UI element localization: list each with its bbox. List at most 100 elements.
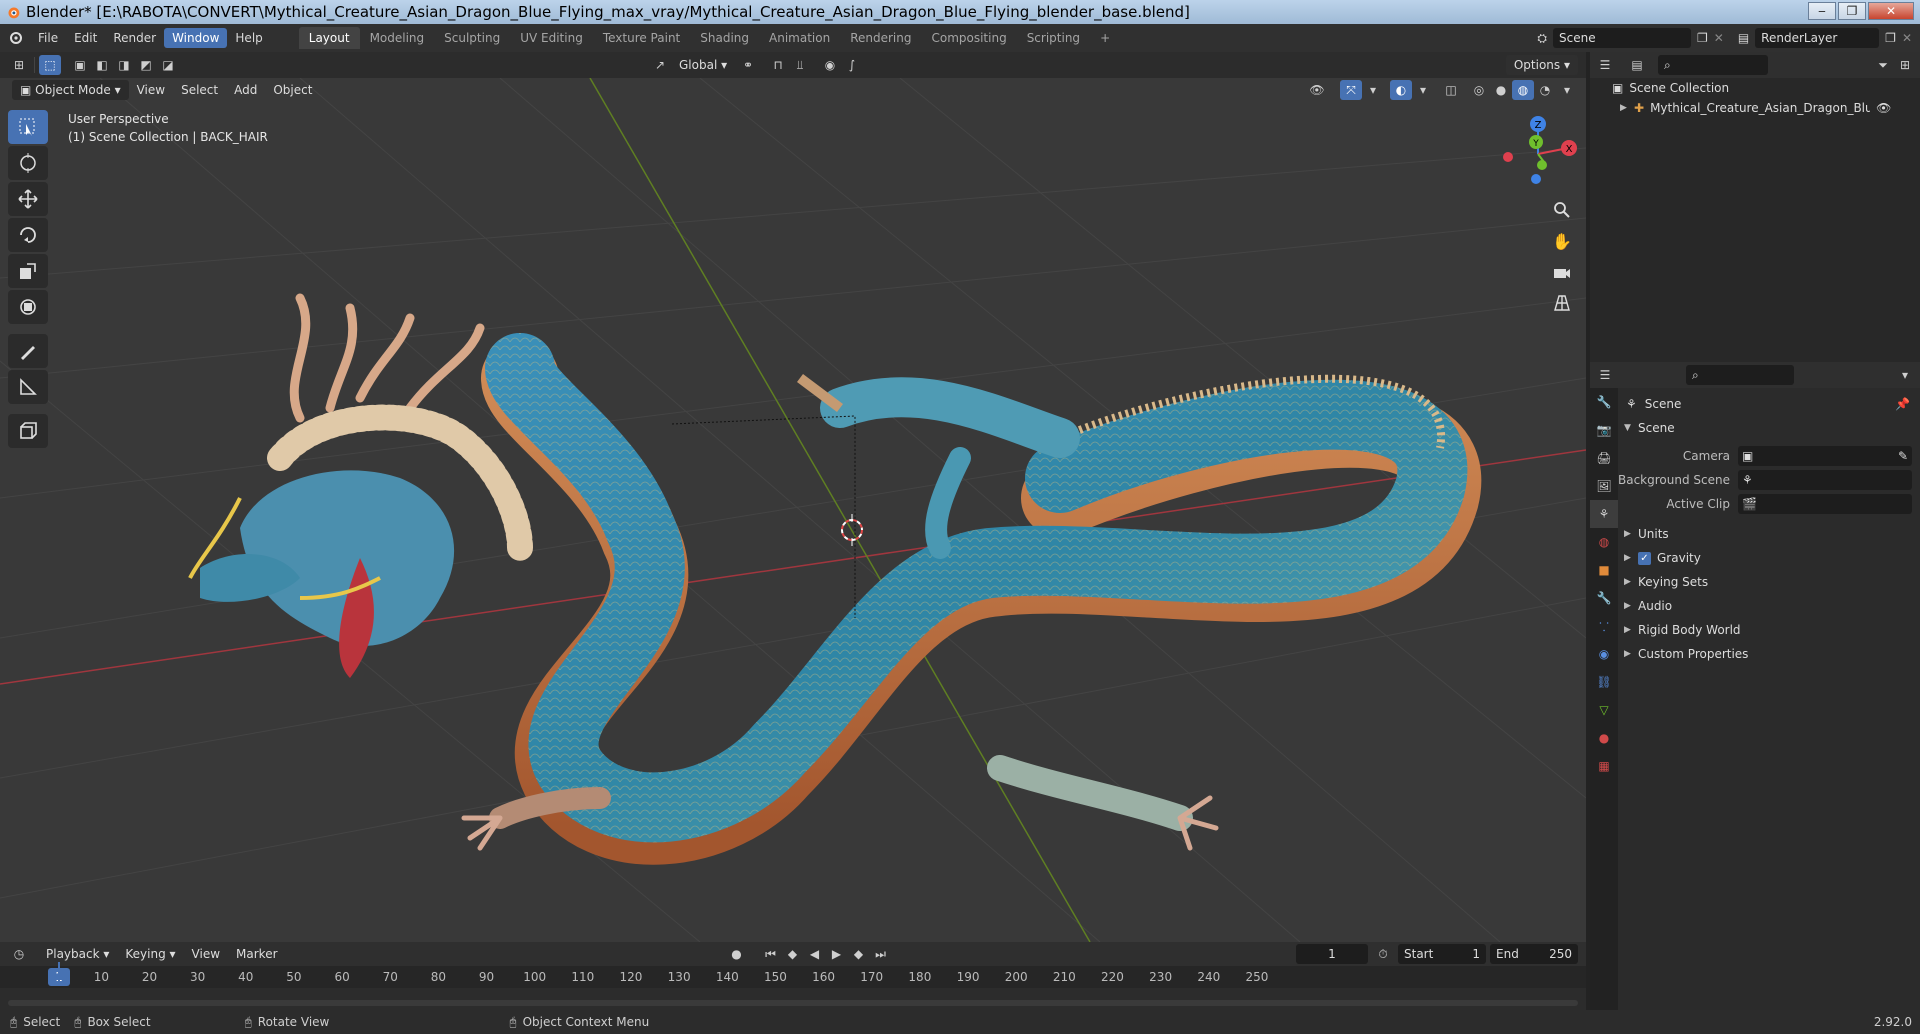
gizmo-dropdown-icon[interactable]: ▾ [1362, 80, 1384, 100]
scene-tab-icon[interactable]: ⚘ [1590, 500, 1618, 528]
shading-wireframe-icon[interactable]: ◎ [1468, 80, 1490, 100]
3d-viewport[interactable] [0, 78, 1586, 942]
custom-properties-panel[interactable]: ▶ Custom Properties [1618, 642, 1920, 666]
particles-tab-icon[interactable]: ⸪ [1590, 612, 1618, 640]
select-new-icon[interactable]: ▣ [69, 55, 91, 75]
outliner-item-dragon[interactable]: ▶ ✚ Mythical_Creature_Asian_Dragon_Blue_… [1590, 98, 1920, 118]
render-tab-icon[interactable]: 📷 [1590, 416, 1618, 444]
tab-compositing[interactable]: Compositing [921, 27, 1016, 49]
play-reverse-icon[interactable]: ◀ [804, 944, 826, 964]
shading-material-icon[interactable]: ◍ [1512, 80, 1534, 100]
select-invert-icon[interactable]: ◩ [135, 55, 157, 75]
shading-rendered-icon[interactable]: ◔ [1534, 80, 1556, 100]
new-renderlayer-icon[interactable]: ❐ [1885, 31, 1896, 45]
snap-target-icon[interactable]: ⫫ [789, 55, 811, 75]
tab-layout[interactable]: Layout [298, 27, 360, 49]
outliner-scene-collection[interactable]: ▣ Scene Collection [1590, 78, 1920, 98]
pivot-point-icon[interactable]: ⚭ [737, 55, 759, 75]
keying-menu[interactable]: Keying ▾ [117, 944, 183, 964]
display-mode-icon[interactable]: ▤ [1626, 55, 1648, 75]
jump-end-icon[interactable]: ⏭ [870, 944, 892, 964]
maximize-button[interactable]: ❐ [1838, 2, 1866, 20]
timeline-editor-type-icon[interactable]: ◷ [8, 944, 30, 964]
menu-edit[interactable]: Edit [66, 28, 105, 48]
tab-rendering[interactable]: Rendering [840, 27, 921, 49]
zoom-icon[interactable] [1548, 196, 1576, 224]
menu-object[interactable]: Object [265, 80, 320, 100]
output-tab-icon[interactable]: 🖨 [1590, 444, 1618, 472]
data-tab-icon[interactable]: ▽ [1590, 696, 1618, 724]
keying-sets-panel[interactable]: ▶ Keying Sets [1618, 570, 1920, 594]
tool-tab-icon[interactable]: 🔧 [1590, 388, 1618, 416]
jump-start-icon[interactable]: ⏮ [760, 944, 782, 964]
gravity-panel[interactable]: ▶ ✓ Gravity [1618, 546, 1920, 570]
scene-panel-header[interactable]: ▼ Scene [1618, 416, 1920, 440]
perspective-toggle-icon[interactable] [1548, 289, 1576, 317]
cursor-tool-icon[interactable] [8, 146, 48, 180]
gravity-checkbox[interactable]: ✓ [1638, 551, 1651, 565]
modifier-tab-icon[interactable]: 🔧 [1590, 584, 1618, 612]
viewport-canvas[interactable] [0, 78, 1586, 942]
start-frame-field[interactable]: Start 1 [1398, 944, 1486, 964]
menu-view[interactable]: View [129, 80, 173, 100]
timeline-ruler[interactable]: 1102030405060708090100110120130140150160… [0, 966, 1586, 988]
timeline-view-menu[interactable]: View [184, 944, 228, 964]
tab-uv-editing[interactable]: UV Editing [510, 27, 593, 49]
shading-solid-icon[interactable]: ● [1490, 80, 1512, 100]
prev-keyframe-icon[interactable]: ◆ [782, 944, 804, 964]
minimize-button[interactable]: ‒ [1808, 2, 1836, 20]
rotate-tool-icon[interactable] [8, 218, 48, 252]
select-box-tool-icon[interactable] [8, 110, 48, 144]
marker-menu[interactable]: Marker [228, 944, 285, 964]
background-scene-field[interactable]: ⚘ [1738, 470, 1912, 490]
expand-icon[interactable]: ▶ [1620, 103, 1634, 113]
eye-icon[interactable]: 👁 [1876, 101, 1891, 115]
proportional-falloff-icon[interactable]: ∫ [841, 55, 863, 75]
select-extend-icon[interactable]: ◧ [91, 55, 113, 75]
properties-options-icon[interactable]: ▾ [1894, 365, 1916, 385]
record-icon[interactable]: ● [726, 944, 748, 964]
overlay-toggle-icon[interactable]: ◐ [1390, 80, 1412, 100]
gizmo-toggle-icon[interactable]: ⤧ [1340, 80, 1362, 100]
pan-hand-icon[interactable]: ✋ [1548, 227, 1576, 255]
filter-icon[interactable]: ⏷ [1872, 55, 1894, 75]
proportional-editing-icon[interactable]: ◉ [819, 55, 841, 75]
menu-window[interactable]: Window [164, 28, 228, 48]
material-tab-icon[interactable]: ● [1590, 724, 1618, 752]
object-mode-dropdown[interactable]: ▣ Object Mode ▾ [12, 80, 129, 100]
eyedropper-icon[interactable]: ✎ [1898, 449, 1908, 463]
camera-view-icon[interactable] [1548, 258, 1576, 286]
options-dropdown[interactable]: Options ▾ [1505, 55, 1578, 75]
menu-file[interactable]: File [30, 28, 66, 48]
current-frame-field[interactable]: 1 [1296, 944, 1368, 964]
view-layer-tab-icon[interactable]: 🖼 [1590, 472, 1618, 500]
editor-type-icon[interactable]: ⊞ [8, 55, 30, 75]
camera-field[interactable]: ▣ ✎ [1738, 446, 1912, 466]
select-intersect-icon[interactable]: ◪ [157, 55, 179, 75]
object-tab-icon[interactable]: ■ [1590, 556, 1618, 584]
constraints-tab-icon[interactable]: ⛓ [1590, 668, 1618, 696]
menu-help[interactable]: Help [227, 28, 270, 48]
units-panel[interactable]: ▶ Units [1618, 522, 1920, 546]
menu-select[interactable]: Select [173, 80, 226, 100]
menu-add[interactable]: Add [226, 80, 265, 100]
texture-tab-icon[interactable]: ▦ [1590, 752, 1618, 780]
navigation-gizmo[interactable]: Z X Y [1496, 112, 1580, 196]
scene-selector[interactable]: Scene [1553, 28, 1691, 48]
audio-panel[interactable]: ▶ Audio [1618, 594, 1920, 618]
rigid-body-world-panel[interactable]: ▶ Rigid Body World [1618, 618, 1920, 642]
pin-icon[interactable]: 📌 [1895, 397, 1910, 411]
menu-render[interactable]: Render [105, 28, 164, 48]
snap-icon[interactable]: ⊓ [767, 55, 789, 75]
select-subtract-icon[interactable]: ◨ [113, 55, 135, 75]
properties-search-input[interactable]: ⌕ [1686, 365, 1794, 385]
new-scene-icon[interactable]: ❐ [1697, 31, 1708, 45]
transform-orientation-dropdown[interactable]: Global ▾ [671, 55, 731, 75]
end-frame-field[interactable]: End 250 [1490, 944, 1578, 964]
transform-tool-icon[interactable] [8, 290, 48, 324]
physics-tab-icon[interactable]: ◉ [1590, 640, 1618, 668]
tab-shading[interactable]: Shading [690, 27, 759, 49]
active-clip-field[interactable]: 🎬 [1738, 494, 1912, 514]
outliner-search-input[interactable]: ⌕ [1658, 55, 1768, 75]
visibility-icon[interactable]: 👁 [1306, 80, 1328, 100]
